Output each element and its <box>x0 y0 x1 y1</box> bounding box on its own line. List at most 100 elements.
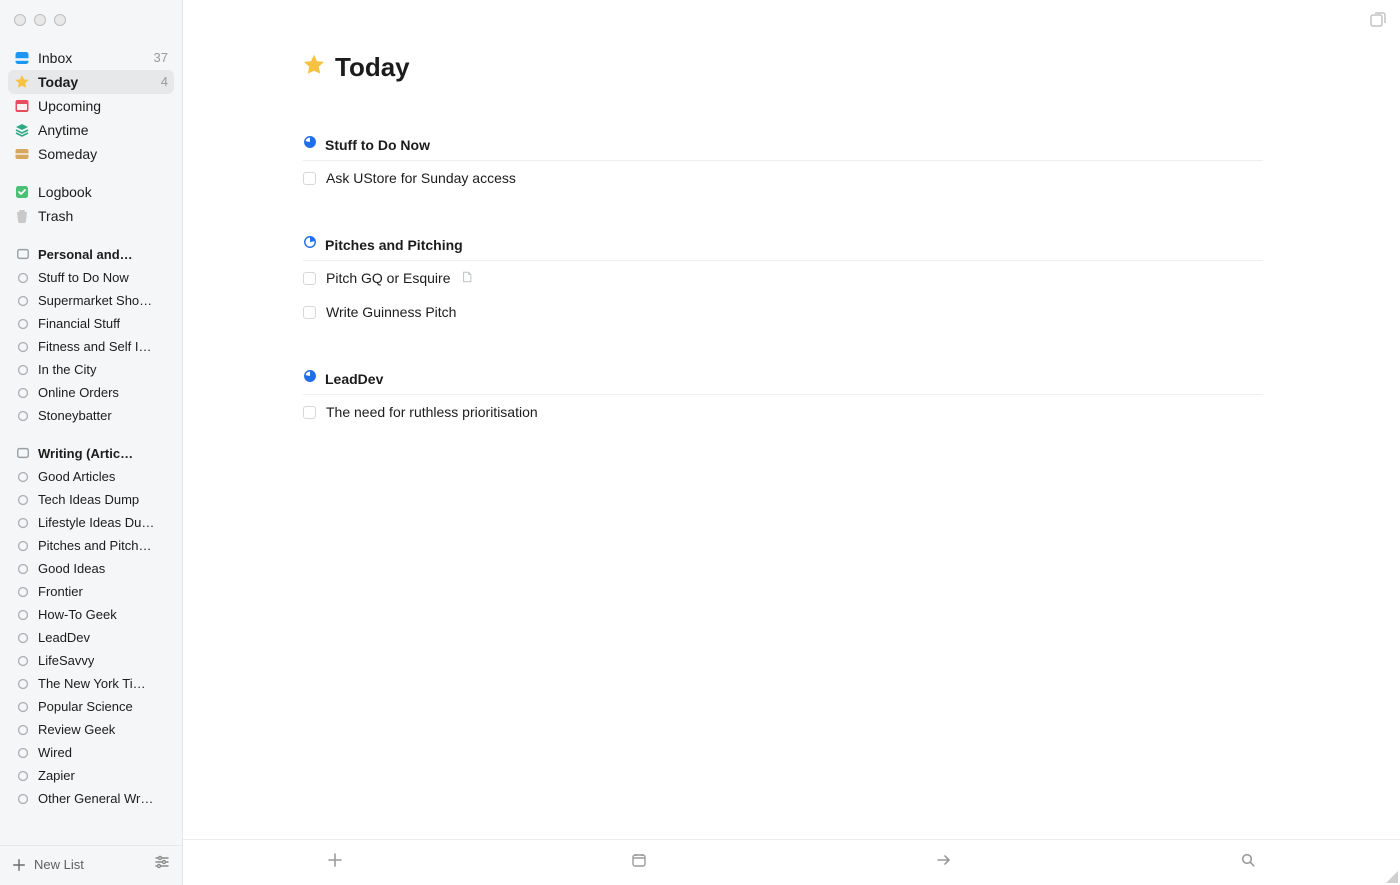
sidebar-project[interactable]: Online Orders <box>8 381 174 404</box>
sidebar-project-label: Frontier <box>38 580 83 603</box>
project-icon <box>16 340 30 354</box>
toolbar-add-button[interactable] <box>327 852 343 873</box>
project-icon <box>16 654 30 668</box>
sidebar-project[interactable]: Lifestyle Ideas Du… <box>8 511 174 534</box>
task-checkbox[interactable] <box>303 272 316 285</box>
sidebar-project[interactable]: Wired <box>8 741 174 764</box>
sidebar-project[interactable]: Frontier <box>8 580 174 603</box>
sidebar-item-upcoming[interactable]: Upcoming <box>8 94 174 118</box>
project-icon <box>16 608 30 622</box>
project-icon <box>16 539 30 553</box>
section-title[interactable]: LeadDev <box>325 371 383 387</box>
sidebar-project[interactable]: How-To Geek <box>8 603 174 626</box>
sidebar-project-label: Wired <box>38 741 72 764</box>
sidebar-project[interactable]: Good Ideas <box>8 557 174 580</box>
sidebar-project[interactable]: Stoneybatter <box>8 404 174 427</box>
task-checkbox[interactable] <box>303 406 316 419</box>
logbook-icon <box>14 184 30 200</box>
sidebar-item-today[interactable]: Today 4 <box>8 70 174 94</box>
sidebar-project[interactable]: Good Articles <box>8 465 174 488</box>
sidebar: Inbox 37 Today 4 Upcoming Anytime Someda… <box>0 0 183 885</box>
section-progress-icon <box>303 235 317 254</box>
sidebar-project-label: The New York Ti… <box>38 672 146 695</box>
sidebar-project[interactable]: Review Geek <box>8 718 174 741</box>
sidebar-project[interactable]: LifeSavvy <box>8 649 174 672</box>
sidebar-project-label: Zapier <box>38 764 75 787</box>
task-checkbox[interactable] <box>303 306 316 319</box>
sidebar-project[interactable]: The New York Ti… <box>8 672 174 695</box>
sidebar-item-inbox[interactable]: Inbox 37 <box>8 46 174 70</box>
sidebar-item-label: Anytime <box>38 118 89 142</box>
star-icon <box>14 74 30 90</box>
plus-icon <box>12 858 26 872</box>
task-row[interactable]: The need for ruthless prioritisation <box>303 395 1263 429</box>
page-title: Today <box>335 52 410 83</box>
sidebar-item-label: Someday <box>38 142 97 166</box>
task-title: Pitch GQ or Esquire <box>326 270 451 286</box>
toolbar-when-button[interactable] <box>631 852 647 873</box>
drawer-icon <box>14 146 30 162</box>
sidebar-area-writing[interactable]: Writing (Artic… <box>8 441 174 465</box>
sidebar-item-trash[interactable]: Trash <box>8 204 174 228</box>
section-title[interactable]: Pitches and Pitching <box>325 237 463 253</box>
sidebar-project[interactable]: Fitness and Self I… <box>8 335 174 358</box>
section-title[interactable]: Stuff to Do Now <box>325 137 430 153</box>
project-icon <box>16 493 30 507</box>
section-leaddev: LeadDev The need for ruthless prioritisa… <box>303 369 1263 429</box>
sidebar-item-label: Inbox <box>38 46 72 70</box>
sidebar-project[interactable]: Supermarket Sho… <box>8 289 174 312</box>
sidebar-settings-button[interactable] <box>154 854 170 875</box>
layers-icon <box>14 122 30 138</box>
sidebar-item-badge: 4 <box>161 70 168 94</box>
sidebar-project[interactable]: Zapier <box>8 764 174 787</box>
sidebar-project[interactable]: Popular Science <box>8 695 174 718</box>
toolbar-move-button[interactable] <box>936 852 952 873</box>
area-icon <box>16 247 30 261</box>
task-title: The need for ruthless prioritisation <box>326 404 538 420</box>
new-window-button[interactable] <box>1368 10 1388 30</box>
new-list-button[interactable]: New List <box>12 857 84 872</box>
project-icon <box>16 409 30 423</box>
sidebar-area-personal[interactable]: Personal and… <box>8 242 174 266</box>
toolbar-search-button[interactable] <box>1240 852 1256 873</box>
sidebar-item-label: Trash <box>38 204 73 228</box>
sidebar-project-label: Good Ideas <box>38 557 105 580</box>
project-icon <box>16 631 30 645</box>
sidebar-bottom: New List <box>0 845 182 885</box>
sidebar-project-label: Fitness and Self I… <box>38 335 151 358</box>
sidebar-area-title: Writing (Artic… <box>38 446 133 461</box>
sidebar-project[interactable]: Tech Ideas Dump <box>8 488 174 511</box>
project-icon <box>16 769 30 783</box>
sidebar-item-logbook[interactable]: Logbook <box>8 180 174 204</box>
task-row[interactable]: Ask UStore for Sunday access <box>303 161 1263 195</box>
minimize-window-button[interactable] <box>34 14 46 26</box>
sidebar-project-label: LifeSavvy <box>38 649 94 672</box>
sidebar-project-label: Supermarket Sho… <box>38 289 152 312</box>
inbox-icon <box>14 50 30 66</box>
sidebar-area-title: Personal and… <box>38 247 133 262</box>
sidebar-project-label: Popular Science <box>38 695 133 718</box>
sidebar-project[interactable]: Stuff to Do Now <box>8 266 174 289</box>
sidebar-item-someday[interactable]: Someday <box>8 142 174 166</box>
project-icon <box>16 294 30 308</box>
sidebar-project[interactable]: LeadDev <box>8 626 174 649</box>
sidebar-project-label: How-To Geek <box>38 603 117 626</box>
sidebar-project-label: Stoneybatter <box>38 404 112 427</box>
sidebar-item-anytime[interactable]: Anytime <box>8 118 174 142</box>
sidebar-project[interactable]: Other General Wr… <box>8 787 174 810</box>
project-icon <box>16 516 30 530</box>
task-row[interactable]: Write Guinness Pitch <box>303 295 1263 329</box>
sidebar-project-label: Tech Ideas Dump <box>38 488 139 511</box>
sidebar-project[interactable]: Pitches and Pitch… <box>8 534 174 557</box>
project-icon <box>16 700 30 714</box>
sidebar-project[interactable]: In the City <box>8 358 174 381</box>
sidebar-project-label: Stuff to Do Now <box>38 266 129 289</box>
close-window-button[interactable] <box>14 14 26 26</box>
project-icon <box>16 792 30 806</box>
task-row[interactable]: Pitch GQ or Esquire <box>303 261 1263 295</box>
zoom-window-button[interactable] <box>54 14 66 26</box>
resize-handle[interactable] <box>1384 869 1398 883</box>
sidebar-project-label: LeadDev <box>38 626 90 649</box>
sidebar-project[interactable]: Financial Stuff <box>8 312 174 335</box>
task-checkbox[interactable] <box>303 172 316 185</box>
